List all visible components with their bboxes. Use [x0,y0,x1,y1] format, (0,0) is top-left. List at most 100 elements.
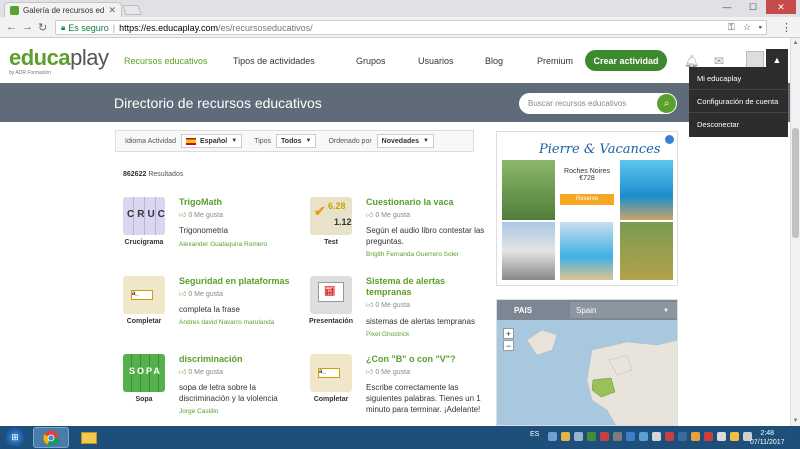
messages-mail-icon[interactable]: ✉ [714,54,724,68]
site-header: educaplay by ADR Formación Recursos educ… [0,38,790,83]
test-thumbnail[interactable]: 6.28 1.12 ✔ [310,197,352,235]
browser-menu-icon[interactable]: ⋮ [781,21,792,34]
minimize-window-button[interactable]: — [714,0,740,14]
file-explorer-taskbar-button[interactable] [71,427,107,448]
scrollbar-thumb[interactable] [792,128,799,238]
advertisement-banner[interactable]: Pierre & Vacances Roches Noires €728 Res… [496,131,678,286]
activity-card[interactable]: a_ Completar ¿Con "B" o con "V"? 👍︎ 0 Me … [310,354,490,426]
menu-configuracion-cuenta[interactable]: Configuración de cuenta [689,90,788,113]
zoom-in-button[interactable]: + [503,328,514,339]
activity-title-link[interactable]: ¿Con "B" o con "V"? [366,354,456,365]
extension-icon[interactable]: ▪ [759,22,762,33]
notifications-bell-icon[interactable]: 🔔︎ [684,54,699,68]
secure-label: Es seguro [68,22,109,33]
activity-title-link[interactable]: TrigoMath [179,197,222,208]
completar-thumbnail[interactable]: a_ [310,354,352,392]
nav-tipos-actividades[interactable]: Tipos de actividades [233,56,356,66]
address-bar[interactable]: 🔒︎ Es seguro | https://es.educaplay.com /… [55,20,767,35]
chrome-taskbar-button[interactable] [33,427,69,448]
tray-app-icon[interactable] [704,432,713,441]
key-icon[interactable]: ⚿ [728,22,735,33]
menu-mi-educaplay[interactable]: Mi educaplay [689,67,788,90]
nav-premium[interactable]: Premium [537,56,573,66]
tray-app-icon[interactable] [587,432,596,441]
browser-tabstrip: Galería de recursos educ ✕ — ☐ ✕ [0,0,800,17]
educaplay-logo[interactable]: educaplay by ADR Formación [9,47,109,77]
address-separator: | [112,22,116,33]
back-arrow-icon[interactable]: ← [6,21,17,33]
network-icon[interactable] [717,432,726,441]
likes-count: 👍︎ 0 Me gusta [179,291,223,298]
activity-card[interactable]: 📊︎ Presentación Sistema de alertas tempr… [309,276,490,348]
ad-reserve-button[interactable]: Reserve [560,194,614,205]
presentation-thumbnail[interactable]: 📊︎ [310,276,352,314]
scroll-down-arrow-icon[interactable]: ▼ [791,416,800,426]
country-map[interactable]: PAIS Spain ▼ + − [496,299,678,426]
search-icon[interactable]: ⌕ [657,94,676,113]
ad-info-icon[interactable] [665,135,674,144]
activity-author-link[interactable]: Brigith Fernanda Guerrero Soler [366,251,459,258]
activity-card[interactable]: CRUC Crucigrama TrigoMath 👍︎ 0 Me gusta T… [123,197,303,269]
scroll-up-arrow-icon[interactable]: ▲ [791,38,800,48]
zoom-out-button[interactable]: − [503,340,514,351]
activity-title-link[interactable]: Sistema de alertas tempranas [366,276,486,298]
bookmark-star-icon[interactable]: ☆ [743,22,751,33]
activity-description: sopa de letra sobre la discriminación y … [179,383,278,403]
close-tab-icon[interactable]: ✕ [108,5,116,16]
thumbs-up-icon: 👍︎ [179,291,187,298]
taskbar-clock[interactable]: 2:48 07/11/2017 [750,429,785,447]
tray-app-icon[interactable] [613,432,622,441]
country-select[interactable]: Spain ▼ [570,302,677,318]
activity-type-label: Test [324,239,338,246]
maximize-window-button[interactable]: ☐ [740,0,766,14]
activity-author-link[interactable]: Andres david Navarro marulanda [179,319,274,326]
logo-subtitle: by ADR Formación [9,70,51,76]
tray-app-icon[interactable] [600,432,609,441]
tray-app-icon[interactable] [652,432,661,441]
reload-icon[interactable]: ↻ [38,21,47,34]
menu-desconectar[interactable]: Desconectar [689,113,788,136]
site-favicon-icon [10,5,19,15]
tray-app-icon[interactable] [639,432,648,441]
word-search-thumbnail[interactable]: SOPA [123,354,165,392]
browser-tab[interactable]: Galería de recursos educ ✕ [4,2,122,17]
page-scrollbar[interactable]: ▲ ▼ [790,38,800,426]
browser-toolbar: ← → ↻ 🔒︎ Es seguro | https://es.educapla… [0,17,800,38]
new-tab-button[interactable] [122,5,142,15]
nav-grupos[interactable]: Grupos [356,56,418,66]
crossword-thumbnail[interactable]: CRUC [123,197,165,235]
activity-card[interactable]: 6.28 1.12 ✔ Test Cuestionario la vaca 👍︎… [310,197,490,269]
tray-app-icon[interactable] [678,432,687,441]
activity-card[interactable]: SOPA Sopa discriminación 👍︎ 0 Me gusta so… [123,354,303,426]
chevron-down-icon: ▼ [305,138,312,144]
nav-usuarios[interactable]: Usuarios [418,56,485,66]
tray-app-icon[interactable] [561,432,570,441]
activity-title-link[interactable]: discriminación [179,354,243,365]
activity-description: Escribe correctamente las siguientes pal… [366,383,481,414]
activity-author-link[interactable]: Jorge Castillo [179,408,218,415]
search-input[interactable]: Buscar recursos educativos [519,93,677,114]
activity-author-link[interactable]: Pixel Ghostrick [366,331,409,338]
ad-hotel-card: Roches Noires €728 [560,162,614,188]
input-language[interactable]: ES [530,431,539,438]
tray-app-icon[interactable] [626,432,635,441]
language-select[interactable]: Español ▼ [180,134,243,148]
tray-app-icon[interactable] [691,432,700,441]
type-select[interactable]: Todos ▼ [276,134,317,148]
nav-blog[interactable]: Blog [485,56,537,66]
forward-arrow-icon[interactable]: → [22,21,33,33]
order-select[interactable]: Novedades ▼ [376,134,434,148]
completar-thumbnail[interactable]: a_ [123,276,165,314]
tray-app-icon[interactable] [574,432,583,441]
start-button[interactable]: ⊞ [4,428,26,447]
close-window-button[interactable]: ✕ [766,0,796,14]
action-center-flag-icon[interactable] [730,432,739,441]
create-activity-button[interactable]: Crear actividad [585,50,667,71]
activity-card[interactable]: a_ Completar Seguridad en plataformas 👍︎… [123,276,303,348]
activity-author-link[interactable]: Alexander Guataquira Romero [179,241,267,248]
activity-title-link[interactable]: Cuestionario la vaca [366,197,454,208]
tray-app-icon[interactable] [548,432,557,441]
activity-title-link[interactable]: Seguridad en plataformas [179,276,290,287]
volume-muted-icon[interactable] [665,432,674,441]
nav-recursos-educativos[interactable]: Recursos educativos [124,56,233,66]
